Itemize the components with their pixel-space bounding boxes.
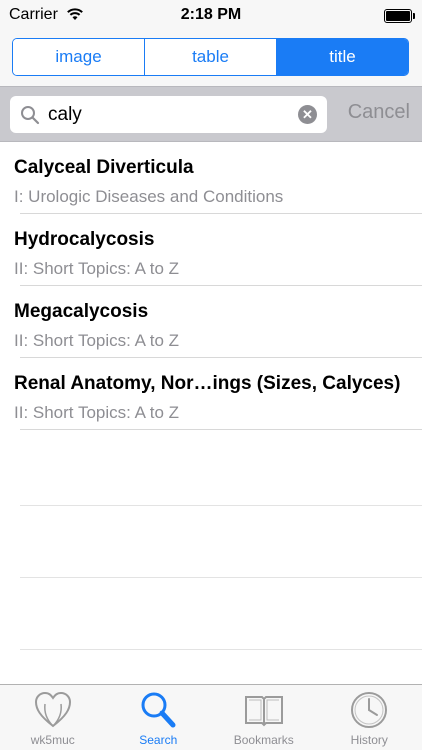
search-bar: caly ✕ Cancel (0, 86, 422, 142)
result-title: Renal Anatomy, Nor…ings (Sizes, Calyces) (14, 373, 401, 394)
list-item[interactable]: Calyceal Diverticula I: Urologic Disease… (0, 142, 422, 214)
search-scope-control: image table title (12, 38, 409, 76)
tab-label: wk5muc (30, 733, 75, 747)
search-icon (137, 690, 179, 730)
result-subtitle: II: Short Topics: A to Z (14, 259, 180, 278)
result-title: Hydrocalycosis (14, 229, 155, 250)
tab-bookmarks[interactable]: Bookmarks (211, 685, 317, 750)
results-list: Calyceal Diverticula I: Urologic Disease… (0, 142, 422, 430)
result-subtitle: II: Short Topics: A to Z (14, 403, 180, 422)
segment-title[interactable]: title (277, 39, 408, 75)
book-icon (243, 690, 285, 730)
tab-wk5muc[interactable]: wk5muc (0, 685, 106, 750)
result-title: Megacalycosis (14, 301, 149, 322)
clock-icon (348, 690, 390, 730)
status-time: 2:18 PM (180, 6, 242, 23)
battery-icon (384, 9, 415, 23)
tab-label: Bookmarks (233, 733, 294, 747)
tab-label: History (350, 733, 388, 747)
segment-bar: image table title (0, 30, 422, 86)
status-bar: Carrier 2:18 PM (0, 0, 422, 30)
row-divider (20, 429, 422, 430)
result-title: Calyceal Diverticula (14, 157, 194, 178)
search-input[interactable]: caly ✕ (10, 96, 327, 133)
empty-row-divider (20, 649, 422, 650)
clear-icon[interactable]: ✕ (298, 105, 317, 124)
list-item[interactable]: Hydrocalycosis II: Short Topics: A to Z (0, 214, 422, 286)
result-subtitle: I: Urologic Diseases and Conditions (14, 187, 284, 206)
tab-bar: wk5muc Search Bookmarks History (0, 684, 422, 750)
empty-row-divider (20, 577, 422, 578)
list-item[interactable]: Renal Anatomy, Nor…ings (Sizes, Calyces)… (0, 358, 422, 430)
empty-row-divider (20, 505, 422, 506)
tab-label: Search (139, 733, 178, 747)
segment-table[interactable]: table (145, 39, 277, 75)
heart-icon (32, 690, 74, 730)
cancel-button[interactable]: Cancel (348, 101, 410, 124)
search-query: caly (48, 104, 82, 125)
result-subtitle: II: Short Topics: A to Z (14, 331, 180, 350)
tab-history[interactable]: History (317, 685, 422, 750)
magnifier-icon (20, 105, 40, 130)
tab-search[interactable]: Search (106, 685, 212, 750)
list-item[interactable]: Megacalycosis II: Short Topics: A to Z (0, 286, 422, 358)
segment-image[interactable]: image (13, 39, 145, 75)
